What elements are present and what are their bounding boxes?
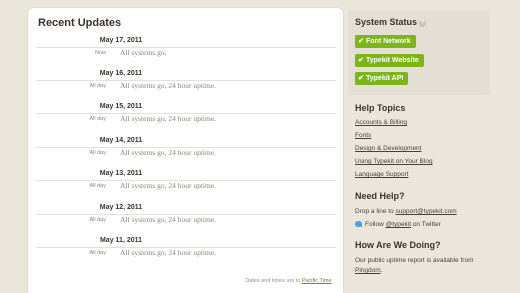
day-message: All systems go, 24 hour uptime. [120, 181, 217, 190]
day-date: May 14, 2011 [99, 137, 143, 144]
twitter-line: Follow @typekit on Twitter [355, 220, 441, 230]
help-link-design-development[interactable]: Design & Development [355, 145, 421, 152]
check-icon: ✔ [358, 75, 364, 82]
status-badge-font-network[interactable]: ✔ Font Network [355, 35, 416, 48]
day-date: May 16, 2011 [99, 70, 143, 77]
help-link-typekit-blog[interactable]: Using Typekit on Your Blog [355, 158, 433, 165]
twitter-bird-icon [355, 221, 362, 227]
uptime-report-suffix: . [380, 267, 383, 274]
help-link-language-support[interactable]: Language Support [355, 171, 409, 178]
day-date: May 15, 2011 [99, 103, 143, 110]
day-time: All day [89, 250, 106, 256]
day-date: May 17, 2011 [99, 37, 143, 44]
day-date: May 13, 2011 [99, 170, 143, 177]
how-doing-heading: How Are We Doing? [355, 240, 441, 250]
day-message: All systems go, 24 hour uptime. [120, 114, 217, 123]
day-time: All day [89, 150, 106, 156]
day-time: Now [94, 50, 106, 56]
day-time: All day [89, 217, 106, 223]
service-label: Font Network [366, 38, 411, 45]
system-status-title: System Status? [355, 17, 427, 27]
day-date: May 11, 2011 [99, 237, 143, 244]
help-icon[interactable]: ? [419, 20, 427, 27]
updates-panel: Recent Updates May 17, 2011 Now All syst… [28, 8, 343, 293]
help-link-accounts-billing[interactable]: Accounts & Billing [355, 119, 407, 126]
uptime-report-text: Our public uptime report is available fr… [355, 256, 495, 276]
day-message: All systems go, 24 hour uptime. [120, 215, 217, 224]
updates-title: Recent Updates [38, 17, 122, 29]
day-message: All systems go. [120, 48, 167, 57]
help-link-fonts[interactable]: Fonts [355, 132, 371, 139]
status-badge-typekit-api[interactable]: ✔ Typekit API [355, 72, 409, 85]
system-status-heading: System Status [355, 17, 418, 27]
day-message: All systems go, 24 hour uptime. [120, 81, 217, 90]
follow-prefix: Follow [365, 221, 384, 228]
day-message: All systems go, 24 hour uptime. [120, 148, 217, 157]
timezone-note-prefix: Dates and times are in [245, 278, 301, 284]
day-message: All systems go, 24 hour uptime. [120, 248, 217, 257]
follow-suffix: on Twitter [412, 221, 441, 228]
need-help-heading: Need Help? [355, 191, 405, 201]
system-status-box: System Status? ✔ Font Network ✔ Typekit We… [348, 10, 490, 95]
support-email-link[interactable]: support@typekit.com [395, 208, 456, 215]
help-topics-heading: Help Topics [355, 103, 406, 113]
support-prefix: Drop a line to [355, 208, 394, 215]
check-icon: ✔ [358, 38, 364, 45]
pingdom-link[interactable]: Pingdom [355, 267, 381, 274]
service-label: Typekit Website [366, 57, 419, 64]
status-badge-typekit-website[interactable]: ✔ Typekit Website [355, 54, 424, 67]
service-label: Typekit API [366, 75, 404, 82]
timezone-note: Dates and times are in Pacific Time. [245, 278, 333, 284]
pacific-time-link[interactable]: Pacific Time [302, 278, 332, 284]
day-date: May 12, 2011 [99, 204, 143, 211]
uptime-report-prefix: Our public uptime report is available fr… [355, 257, 474, 264]
twitter-handle-link[interactable]: @typekit [386, 221, 411, 228]
timezone-note-suffix: . [331, 278, 333, 284]
support-line: Drop a line to support@typekit.com [355, 207, 457, 217]
check-icon: ✔ [358, 57, 364, 64]
day-time: All day [89, 183, 106, 189]
day-time: All day [89, 116, 106, 122]
day-time: All day [89, 83, 106, 89]
divider [36, 47, 336, 48]
